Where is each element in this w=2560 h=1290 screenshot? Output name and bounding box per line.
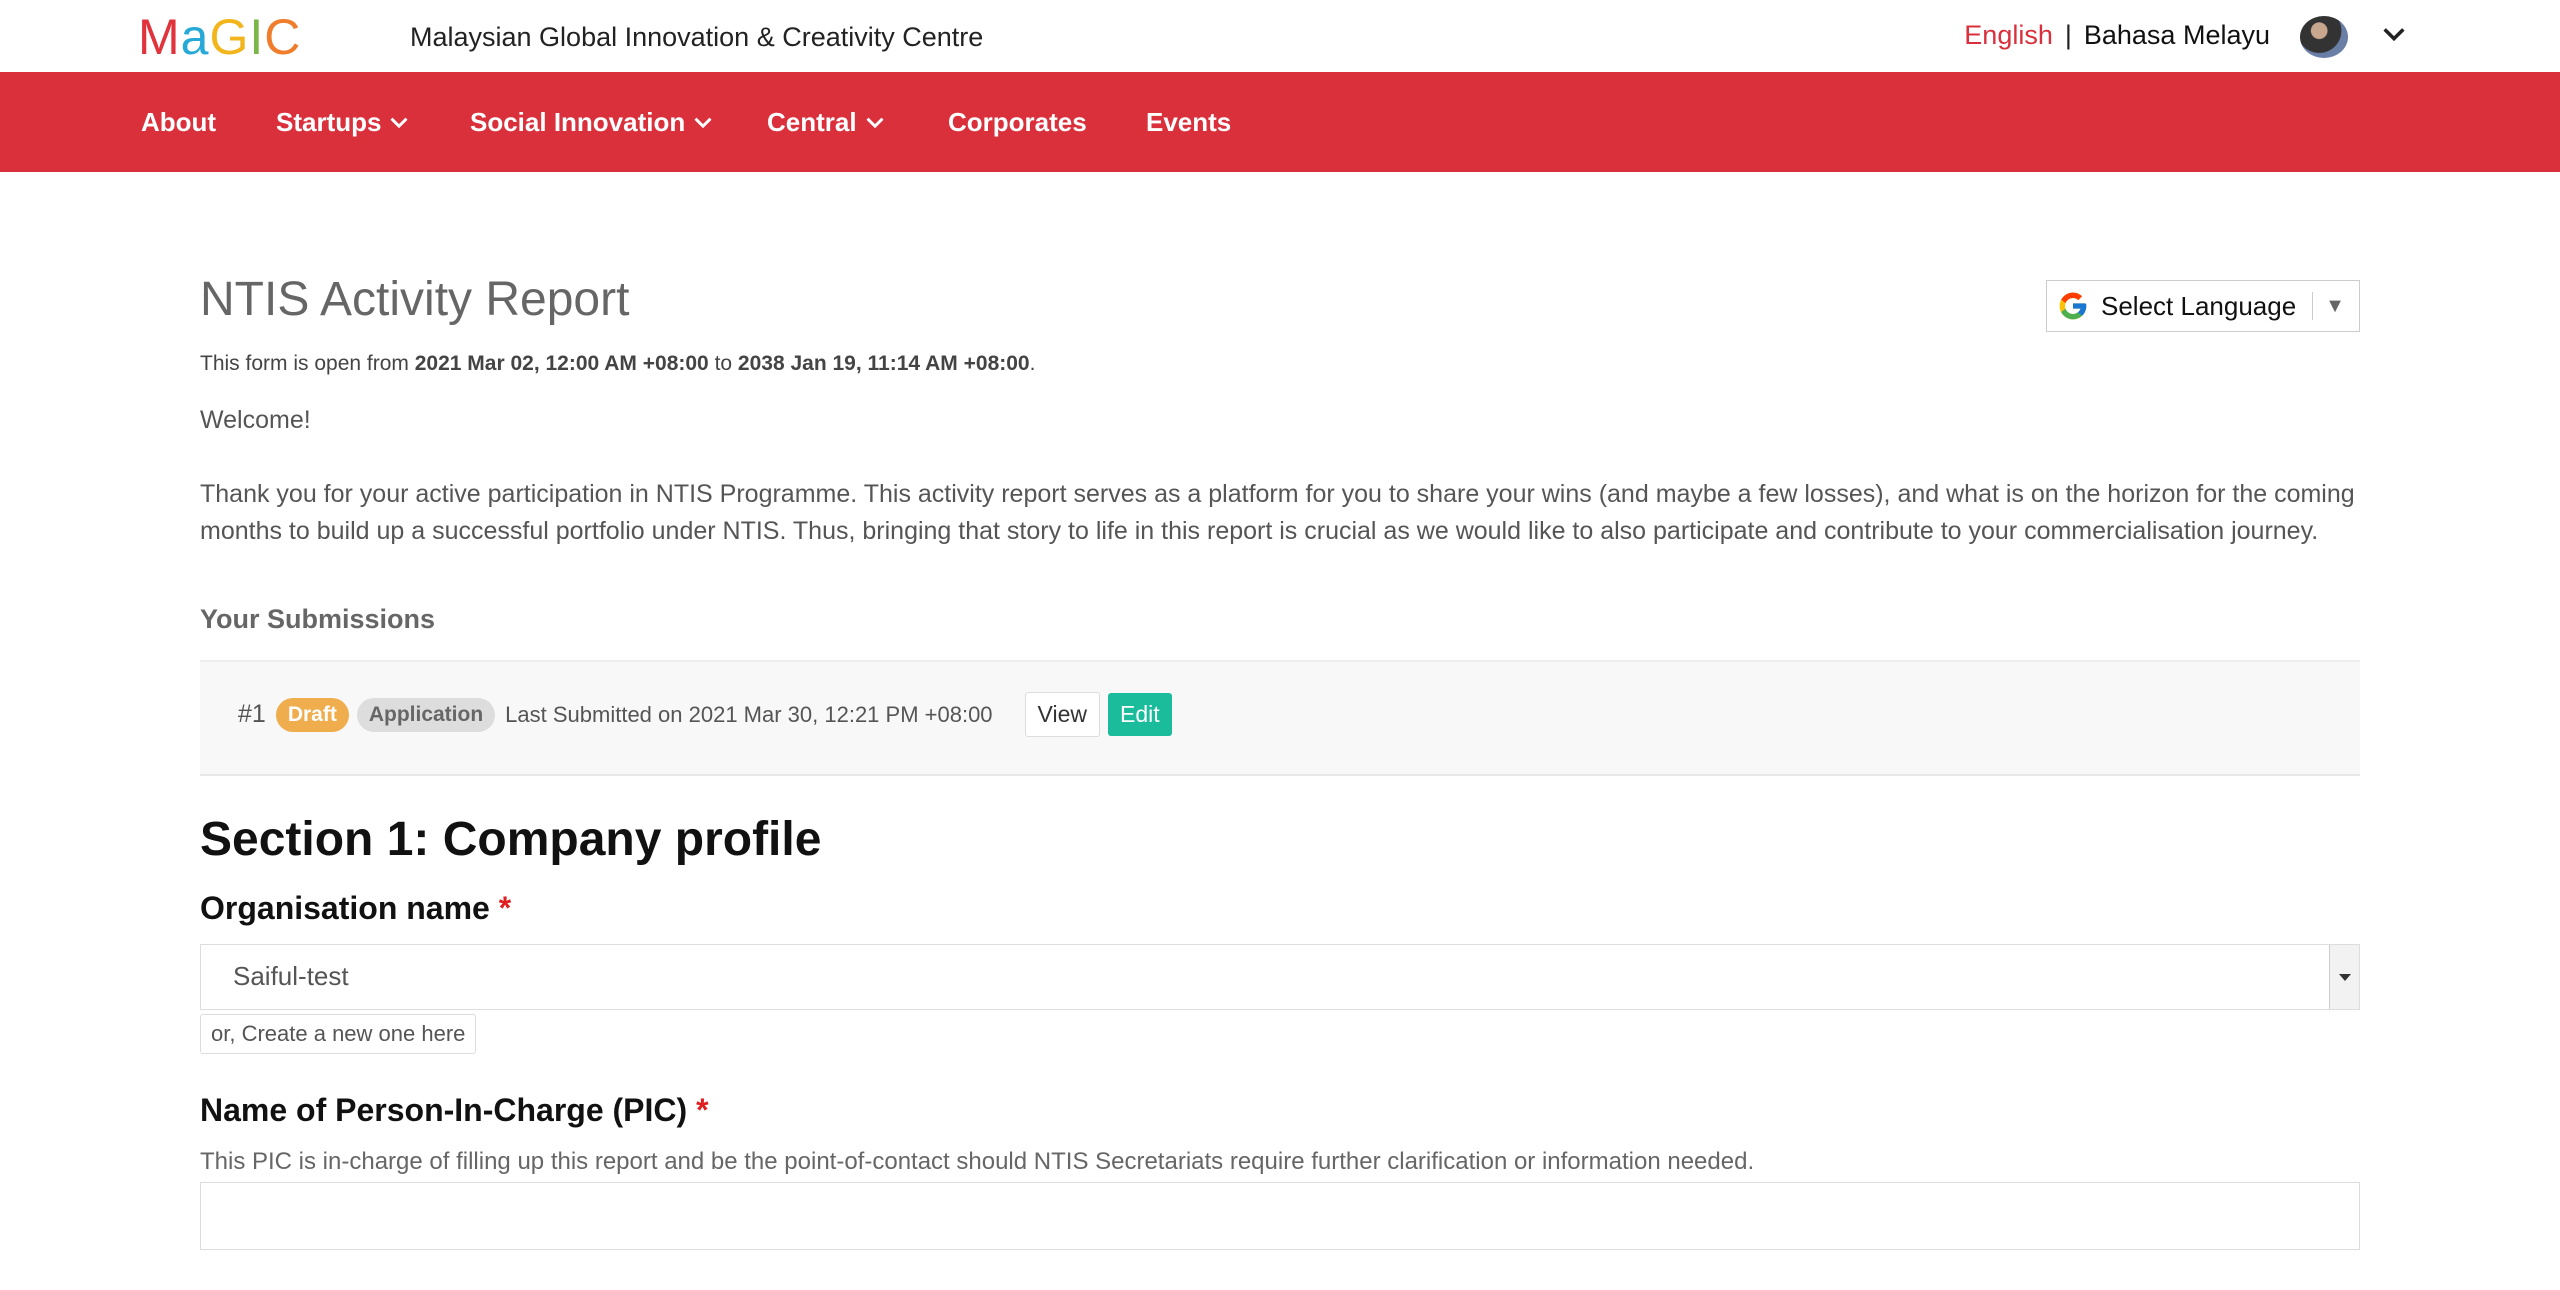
view-button[interactable]: View xyxy=(1024,692,1100,737)
open-suffix: . xyxy=(1029,352,1036,375)
org-name-label: Organisation name * xyxy=(200,890,511,927)
status-badge: Draft xyxy=(275,697,349,732)
organisation-select[interactable]: Saiful-test xyxy=(200,944,2360,1010)
nav-label: Central xyxy=(767,106,857,137)
pic-name-label: Name of Person-In-Charge (PIC) * xyxy=(200,1092,709,1129)
open-to-date: 2038 Jan 19, 11:14 AM +08:00 xyxy=(737,352,1030,375)
required-mark: * xyxy=(696,1092,709,1128)
page-title: NTIS Activity Report xyxy=(200,273,630,326)
nav-label: Events xyxy=(1146,106,1232,137)
required-mark: * xyxy=(498,890,512,926)
nav-item-social-innovation[interactable]: Social Innovation xyxy=(470,72,713,172)
divider xyxy=(2312,292,2314,320)
open-prefix: This form is open from xyxy=(200,352,415,375)
translate-label: Select Language xyxy=(2101,290,2297,321)
nav-item-events[interactable]: Events xyxy=(1146,72,1231,172)
caret-down-icon: ▼ xyxy=(2325,294,2345,317)
open-mid: to xyxy=(708,352,738,375)
nav-label: Corporates xyxy=(948,106,1087,137)
lang-malay-link[interactable]: Bahasa Melayu xyxy=(2084,20,2270,51)
top-header: MaGIC Malaysian Global Innovation & Crea… xyxy=(0,0,2560,72)
organisation-select-value: Saiful-test xyxy=(233,961,349,991)
google-icon xyxy=(2059,292,2087,320)
nav-item-startups[interactable]: Startups xyxy=(276,72,409,172)
main-nav: About Startups Social Innovation Central… xyxy=(0,72,2560,172)
chevron-down-icon xyxy=(694,117,712,129)
edit-button[interactable]: Edit xyxy=(1107,693,1172,736)
chevron-down-icon xyxy=(866,117,884,129)
submission-number: #1 xyxy=(238,700,266,728)
type-badge: Application xyxy=(356,697,496,732)
lang-english-link[interactable]: English xyxy=(1964,20,2053,51)
submissions-heading: Your Submissions xyxy=(200,604,436,634)
nav-item-about[interactable]: About xyxy=(141,72,216,172)
submission-row: #1 Draft Application Last Submitted on 2… xyxy=(238,692,1172,737)
avatar[interactable] xyxy=(2300,16,2348,58)
language-switcher: English | Bahasa Melayu xyxy=(1964,20,2270,51)
select-caret-icon[interactable] xyxy=(2329,945,2359,1009)
magic-logo[interactable]: MaGIC xyxy=(138,12,378,60)
chevron-down-icon[interactable] xyxy=(2380,20,2408,48)
pic-name-input[interactable] xyxy=(200,1182,2360,1250)
submissions-panel: #1 Draft Application Last Submitted on 2… xyxy=(200,660,2360,776)
pic-help-text: This PIC is in-charge of filling up this… xyxy=(200,1148,1755,1175)
lang-separator: | xyxy=(2064,20,2072,50)
org-label-text: Organisation name xyxy=(200,890,490,926)
open-range-text: This form is open from 2021 Mar 02, 12:0… xyxy=(200,352,1035,376)
create-organisation-link[interactable]: or, Create a new one here xyxy=(200,1014,477,1054)
nav-item-central[interactable]: Central xyxy=(767,72,885,172)
chevron-down-icon xyxy=(390,117,408,129)
svg-text:MaGIC: MaGIC xyxy=(138,12,301,60)
last-submitted-text: Last Submitted on 2021 Mar 30, 12:21 PM … xyxy=(505,701,993,727)
nav-item-corporates[interactable]: Corporates xyxy=(948,72,1087,172)
intro-text: Thank you for your active participation … xyxy=(200,480,2355,545)
welcome-text: Welcome! xyxy=(200,406,311,434)
section-title: Section 1: Company profile xyxy=(200,813,822,866)
google-translate-select[interactable]: Select Language ▼ xyxy=(2046,280,2360,332)
nav-label: About xyxy=(141,106,217,137)
pic-label-text: Name of Person-In-Charge (PIC) xyxy=(200,1092,688,1128)
open-from-date: 2021 Mar 02, 12:00 AM +08:00 xyxy=(414,352,709,375)
nav-label: Social Innovation xyxy=(470,106,686,137)
nav-label: Startups xyxy=(276,106,382,137)
org-name: Malaysian Global Innovation & Creativity… xyxy=(410,22,984,52)
